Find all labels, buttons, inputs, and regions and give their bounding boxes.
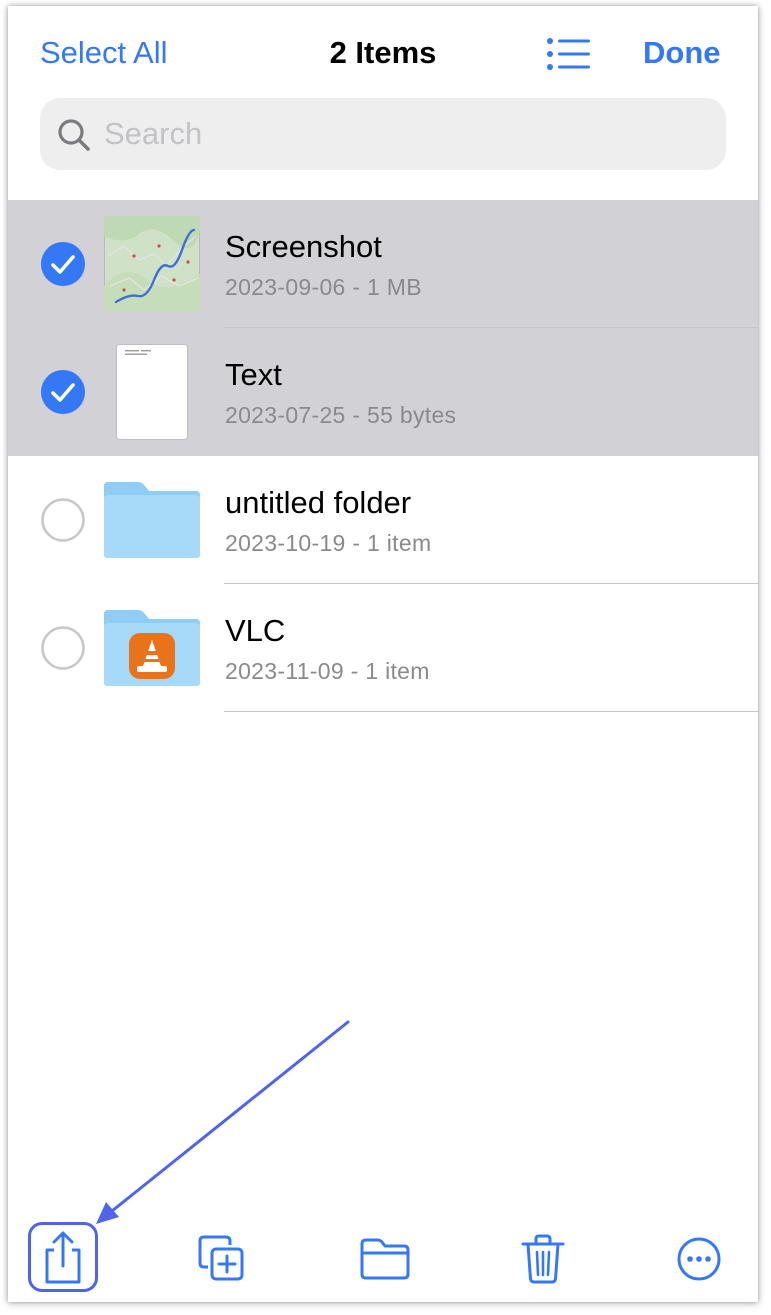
- row-separator: [224, 711, 758, 712]
- file-meta: 2023-11-09 - 1 item: [225, 658, 430, 684]
- checkmark-selected-icon[interactable]: [41, 242, 85, 286]
- duplicate-button[interactable]: [185, 1222, 257, 1294]
- file-row-untitled-folder[interactable]: untitled folder 2023-10-19 - 1 item: [8, 456, 758, 584]
- delete-button[interactable]: [507, 1222, 579, 1294]
- search-icon: [58, 119, 90, 151]
- file-name: VLC: [225, 613, 286, 648]
- file-meta: 2023-09-06 - 1 MB: [225, 274, 422, 300]
- duplicate-icon: [198, 1235, 244, 1281]
- text-document-thumbnail: [116, 344, 188, 440]
- file-row-screenshot[interactable]: Screenshot 2023-09-06 - 1 MB: [8, 200, 758, 328]
- move-button[interactable]: [349, 1222, 421, 1294]
- checkmark-unselected-icon[interactable]: [41, 626, 85, 670]
- list-view-button[interactable]: [544, 34, 594, 74]
- vlc-folder-icon: [104, 610, 200, 686]
- file-meta: 2023-07-25 - 55 bytes: [225, 402, 457, 428]
- folder-icon: [104, 482, 200, 558]
- done-button[interactable]: Done: [643, 33, 721, 73]
- file-meta: 2023-10-19 - 1 item: [225, 530, 432, 556]
- search-bar[interactable]: [40, 98, 726, 170]
- file-name: Text: [225, 357, 282, 392]
- share-button[interactable]: [27, 1222, 99, 1294]
- checkmark-unselected-icon[interactable]: [41, 498, 85, 542]
- search-input[interactable]: [100, 98, 708, 170]
- map-screenshot-thumbnail: [104, 216, 200, 312]
- more-icon: [677, 1237, 721, 1281]
- files-app-screen: Select All 2 Items Done Search Screensho…: [8, 6, 758, 1302]
- move-folder-icon: [360, 1238, 410, 1280]
- file-row-text[interactable]: Text 2023-07-25 - 55 bytes: [8, 328, 758, 456]
- share-icon: [45, 1231, 81, 1284]
- file-row-vlc[interactable]: VLC 2023-11-09 - 1 item: [8, 584, 758, 712]
- more-button[interactable]: [663, 1222, 735, 1294]
- checkmark-selected-icon[interactable]: [41, 370, 85, 414]
- trash-icon: [521, 1234, 565, 1284]
- file-name: untitled folder: [225, 485, 412, 520]
- file-name: Screenshot: [225, 229, 382, 264]
- list-bullet-icon: [547, 38, 590, 70]
